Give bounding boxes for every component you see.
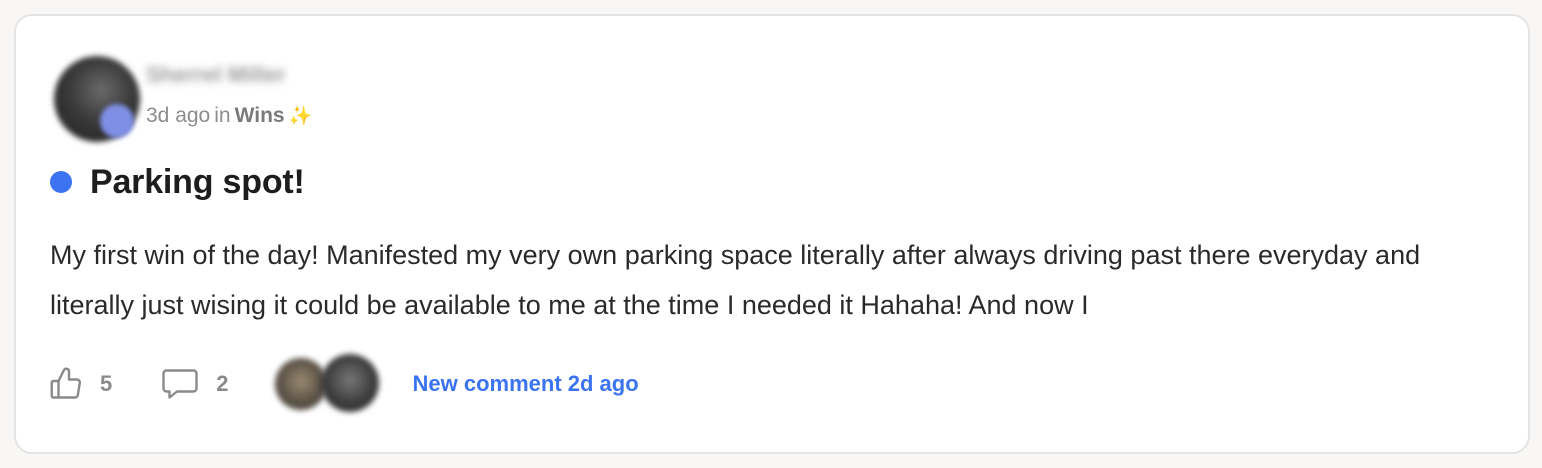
like-count: 5 — [100, 371, 113, 396]
commenter-avatar[interactable] — [320, 354, 379, 412]
post-title[interactable]: Parking spot! — [90, 163, 305, 202]
post-footer: 5 2 New comment 2d ago — [48, 352, 639, 416]
comment-button[interactable]: 2 — [160, 366, 229, 402]
post-time: 3d ago — [146, 104, 211, 127]
thumbs-up-icon — [50, 367, 81, 399]
author-name[interactable]: Sherrel Miller — [146, 62, 285, 88]
post-meta: 3d ago in Wins ✨ — [146, 104, 312, 128]
post-card[interactable]: Sherrel Miller 3d ago in Wins ✨ Parking spo… — [14, 14, 1530, 454]
unread-indicator-dot — [50, 171, 72, 193]
post-category-link[interactable]: Wins — [235, 104, 285, 127]
post-in-text: in — [214, 104, 231, 127]
sparkle-icon: ✨ — [288, 106, 313, 127]
speech-bubble-icon — [162, 369, 198, 399]
author-level-badge — [100, 104, 134, 138]
new-comment-link[interactable]: New comment 2d ago — [413, 371, 639, 397]
post-body[interactable]: My first win of the day! Manifested my v… — [50, 230, 1510, 330]
comment-count: 2 — [216, 371, 229, 396]
post-title-row: Parking spot! — [50, 160, 305, 204]
commenter-avatar[interactable] — [274, 358, 327, 410]
commenter-avatars[interactable] — [274, 352, 387, 416]
like-button[interactable]: 5 — [48, 366, 112, 402]
